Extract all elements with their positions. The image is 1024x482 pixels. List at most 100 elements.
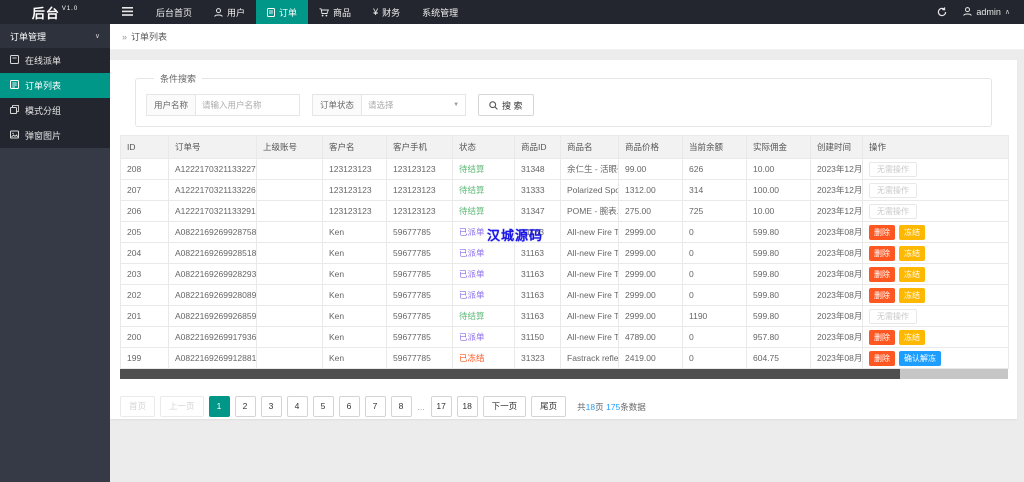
nav-item-system[interactable]: 系统管理 [411,0,469,24]
search-legend: 条件搜索 [160,74,197,84]
select-caret-icon: ▼ [453,102,460,108]
freeze-button[interactable]: 冻结 [899,224,925,240]
cell-customer: Ken [322,242,387,264]
cell-customer: Ken [322,263,387,285]
status-badge: 待结算 [459,311,485,321]
sidebar-item-popup-image[interactable]: 弹窗图片 [0,123,110,148]
pagination-total-items: 175 [606,401,621,412]
yen-icon: ¥ [373,7,379,17]
column-header: 状态 [452,135,515,159]
page-number-button[interactable]: 4 [286,396,308,417]
delete-button[interactable]: 删除 [869,224,895,240]
scrollbar-thumb[interactable] [120,369,900,379]
nav-item-finance[interactable]: ¥ 财务 [362,0,411,24]
page-number-button[interactable]: 18 [456,396,478,417]
cell-phone: 59677785 [386,305,453,327]
doc-icon [10,55,19,66]
breadcrumb-arrow-icon: » [122,31,128,42]
sidebar-group-order-management[interactable]: 订单管理 ∨ [0,24,110,48]
page-last-button[interactable]: 尾页 [531,396,567,417]
page-number-button[interactable]: 8 [390,396,412,417]
order-status-select[interactable]: 请选择 ▼ [362,94,467,116]
cell-parent [256,200,323,222]
page-number-button[interactable]: 6 [338,396,360,417]
cell-product_id: 31163 [514,305,561,327]
freeze-button[interactable]: 冻结 [899,266,925,282]
cell-product_id: 31163 [514,284,561,306]
cell-created: 2023年08月 [810,263,863,285]
nav-item-orders[interactable]: 订单 [256,0,309,24]
brand-logo: 后台 V1.0 [0,0,110,24]
page-next-button[interactable]: 下一页 [482,396,527,417]
freeze-button[interactable]: 冻结 [899,287,925,303]
cell-price: 2999.00 [618,221,683,243]
nav-item-label: 系统管理 [422,7,459,18]
status-badge: 已派单 [459,269,485,279]
cell-status: 已冻结 [452,347,515,369]
delete-button[interactable]: 删除 [869,329,895,345]
cell-actions: 删除 确认解冻 [862,347,1009,369]
column-header: 客户名 [322,135,387,159]
cell-status: 待结算 [452,200,515,222]
page-number-button[interactable]: 2 [234,396,256,417]
refresh-icon[interactable] [937,7,947,17]
cell-product_id: 31323 [514,347,561,369]
status-badge: 已派单 [459,248,485,258]
breadcrumb-label: 订单列表 [131,32,168,42]
delete-button[interactable]: 删除 [869,266,895,282]
topnav-items: 后台首页 用户 订单 商品 ¥ 财务 系统管理 [145,0,469,24]
cell-order_no: A12221703211332270 [168,158,257,180]
order-status-value: 请选择 [368,100,394,110]
cell-order_no: A08221692699287580 [168,221,257,243]
page-number-button[interactable]: 1 [208,396,230,417]
cell-parent [256,326,323,348]
page-number-button[interactable]: 7 [364,396,386,417]
page-number-button[interactable]: 17 [430,396,452,417]
username-label: 用户名称 [146,94,197,116]
table-row: 204 A08221692699285187 Ken 59677785 已派单 31163… [120,242,1009,264]
hamburger-button[interactable] [110,0,145,24]
nav-item-products[interactable]: 商品 [308,0,362,24]
sidebar-item-online-dispatch[interactable]: 在线派单 [0,48,110,73]
cell-parent [256,221,323,243]
cell-price: 2999.00 [618,263,683,285]
cell-id: 206 [120,200,169,222]
cell-order_no: A08221692699285187 [168,242,257,264]
cell-commission: 10.00 [746,200,811,222]
sidebar-item-order-list[interactable]: 订单列表 [0,73,110,98]
cell-parent [256,158,323,180]
search-button[interactable]: 搜 索 [478,94,534,116]
page-number-button[interactable]: 3 [260,396,282,417]
sidebar-item-mode-group[interactable]: 模式分组 [0,98,110,123]
cell-commission: 599.80 [746,305,811,327]
cell-order_no: A08221692699280898 [168,284,257,306]
nav-item-home[interactable]: 后台首页 [145,0,203,24]
layers-icon [10,104,20,116]
column-header: 操作 [862,135,1009,159]
cell-phone: 59677785 [386,326,453,348]
unfreeze-button[interactable]: 确认解冻 [899,350,941,366]
freeze-button[interactable]: 冻结 [899,329,925,345]
order-status-label: 订单状态 [312,94,363,116]
column-header: ID [120,135,169,159]
cell-balance: 0 [682,221,747,243]
admin-menu[interactable]: admin ∧ [963,6,1010,18]
column-header: 客户手机 [386,135,453,159]
cell-created: 2023年08月 [810,284,863,306]
cell-balance: 1190 [682,305,747,327]
sidebar-item-label: 模式分组 [25,106,62,116]
cell-status: 已派单 [452,326,515,348]
search-fieldset: 条件搜索 用户名称 订单状态 请选择 ▼ 搜 索 [135,72,992,127]
delete-button[interactable]: 删除 [869,350,895,366]
username-input[interactable] [196,94,301,116]
cell-product_id: 31333 [514,179,561,201]
top-navbar: 后台 V1.0 后台首页 用户 订单 商品 ¥ 财务 系统管理 admin ∧ [0,0,1024,24]
delete-button[interactable]: 删除 [869,287,895,303]
cell-commission: 599.80 [746,242,811,264]
freeze-button[interactable]: 冻结 [899,245,925,261]
cell-customer: Ken [322,221,387,243]
cell-status: 已派单 [452,263,515,285]
nav-item-users[interactable]: 用户 [203,0,256,24]
page-number-button[interactable]: 5 [312,396,334,417]
delete-button[interactable]: 删除 [869,245,895,261]
